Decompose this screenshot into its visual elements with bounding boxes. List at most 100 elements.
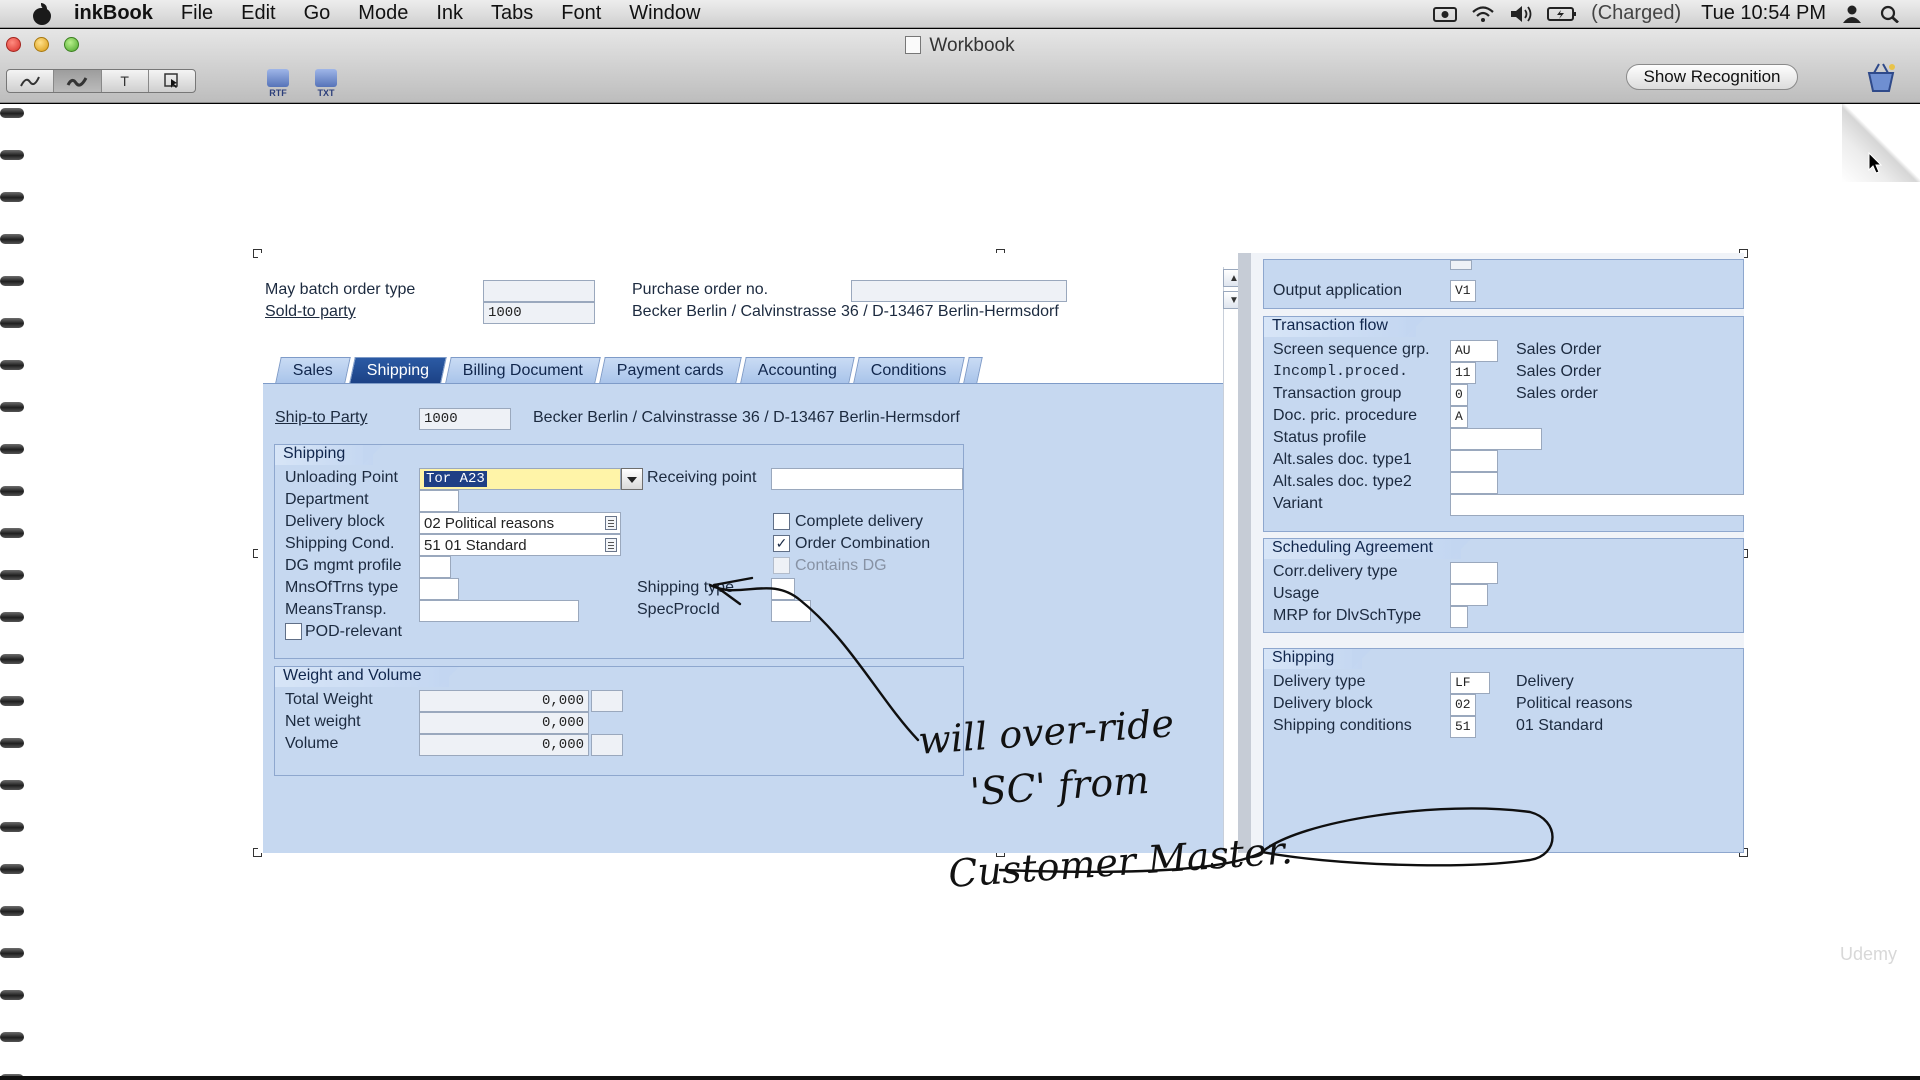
unloading-point-dropdown-button[interactable] [621,468,643,490]
spiral-ring [0,906,24,916]
mrp-dlv-sch-type-label: MRP for DlvSchType [1273,607,1422,624]
document-icon [905,36,922,54]
export-txt-button[interactable]: TXT [308,64,344,98]
delivery-block-value-help-icon[interactable] [605,516,617,530]
show-recognition-button[interactable]: Show Recognition [1626,64,1798,90]
sold-to-party-field[interactable]: 1000 [483,302,595,324]
volume-field[interactable]: 0,000 [419,734,589,756]
menu-ink[interactable]: Ink [436,2,463,25]
purchase-order-field[interactable] [851,280,1067,302]
wifi-icon[interactable] [1471,5,1495,23]
text-tool-button[interactable]: T [102,70,149,92]
unloading-point-label: Unloading Point [285,469,398,486]
highlighter-tool-button[interactable] [54,70,102,92]
embedded-sap-screenshot[interactable]: May batch order type Purchase order no. … [258,253,1744,853]
department-field[interactable] [419,490,459,512]
spiral-ring [0,276,24,286]
may-batch-field[interactable] [483,280,595,302]
pod-relevant-checkbox[interactable] [285,623,302,640]
screen-sequence-field[interactable]: AU [1450,340,1498,362]
spiral-ring [0,696,24,706]
spiral-ring [0,108,24,118]
spiral-ring [0,486,24,496]
transaction-group-field[interactable]: 0 [1450,384,1468,406]
spiral-ring [0,192,24,202]
tab-payment-cards[interactable]: Payment cards [599,357,742,383]
credit-group-field-partial[interactable] [1450,260,1472,270]
user-icon[interactable] [1840,5,1864,23]
tab-conditions[interactable]: Conditions [853,357,965,383]
delivery-block-field[interactable]: 02 Political reasons [419,512,621,534]
spec-proc-label: SpecProcId [637,601,720,618]
means-transp-field[interactable] [419,600,579,622]
doc-pric-procedure-field[interactable]: A [1450,406,1468,428]
mrp-dlv-sch-type-field[interactable] [1450,606,1468,628]
ship-to-party-link[interactable]: Ship-to Party [275,409,367,427]
tab-shipping[interactable]: Shipping [349,357,448,383]
variant-field[interactable] [1450,494,1744,516]
total-weight-unit-field[interactable] [591,690,623,712]
shipping-cond-label: Shipping Cond. [285,535,395,552]
usage-field[interactable] [1450,584,1488,606]
menu-mode[interactable]: Mode [358,2,408,25]
alt-sales-doc-type1-field[interactable] [1450,450,1498,472]
menu-window[interactable]: Window [629,2,700,25]
order-combination-checkbox[interactable]: ✓ [773,535,790,552]
tab-overflow-button[interactable] [963,357,983,383]
menu-app-name[interactable]: inkBook [74,2,153,25]
status-profile-field[interactable] [1450,428,1542,450]
menu-tabs[interactable]: Tabs [491,2,533,25]
delivery-type-field[interactable]: LF [1450,672,1490,694]
alt-sales-doc-type2-label: Alt.sales doc. type2 [1273,473,1412,490]
shipping-conditions-field[interactable]: 51 [1450,716,1476,738]
delivery-block-default-field[interactable]: 02 [1450,694,1476,716]
menu-clock[interactable]: Tue 10:54 PM [1701,2,1826,25]
output-application-field[interactable]: V1 [1450,280,1476,302]
sap-sales-doc-type-panel: Output application V1 Transaction flow S… [1251,253,1744,853]
volume-unit-field[interactable] [591,734,623,756]
menu-edit[interactable]: Edit [241,2,275,25]
shipping-cond-value-help-icon[interactable] [605,538,617,552]
total-weight-field[interactable]: 0,000 [419,690,589,712]
tab-sales[interactable]: Sales [275,357,351,383]
unloading-point-field[interactable]: Tor A23 [419,468,621,490]
battery-icon[interactable] [1547,5,1577,23]
shipping-cond-field[interactable]: 51 01 Standard [419,534,621,556]
export-rtf-button[interactable]: RTF [260,64,296,98]
volume-icon[interactable] [1509,5,1533,23]
complete-delivery-checkbox[interactable] [773,513,790,530]
screen-record-icon[interactable] [1433,5,1458,23]
incompl-proced-field[interactable]: 11 [1450,362,1476,384]
basket-icon[interactable] [1864,61,1898,95]
output-application-label: Output application [1273,282,1402,299]
corr-delivery-type-field[interactable] [1450,562,1498,584]
menu-font[interactable]: Font [561,2,601,25]
spec-proc-field[interactable] [771,600,811,622]
spiral-ring [0,570,24,580]
mns-of-trns-field[interactable] [419,578,459,600]
dg-profile-label: DG mgmt profile [285,557,402,574]
dg-profile-field[interactable] [419,556,451,578]
ship-to-party-field[interactable]: 1000 [419,408,511,430]
apple-menu-icon[interactable] [30,2,56,25]
tab-accounting[interactable]: Accounting [740,357,856,383]
receiving-point-label: Receiving point [647,469,757,486]
net-weight-field[interactable]: 0,000 [419,712,589,734]
tab-billing-document[interactable]: Billing Document [445,357,602,383]
delivery-block-default-desc: Political reasons [1516,695,1633,712]
menu-file[interactable]: File [181,2,213,25]
receiving-point-field[interactable] [771,468,963,490]
spotlight-search-icon[interactable] [1878,5,1902,23]
alt-sales-doc-type2-field[interactable] [1450,472,1498,494]
highlighter-icon [67,77,88,87]
sold-to-party-link[interactable]: Sold-to party [265,303,356,321]
transaction-group-label: Transaction group [1273,385,1402,402]
complete-delivery-label: Complete delivery [795,513,924,530]
pen-tool-button[interactable] [7,70,55,92]
window-title: Workbook [0,35,1920,57]
export-txt-label: TXT [317,88,335,98]
menu-go[interactable]: Go [304,2,331,25]
alt-sales-doc-type1-label: Alt.sales doc. type1 [1273,451,1412,468]
select-tool-button[interactable] [149,70,195,92]
shipping-type-field[interactable] [771,578,795,600]
